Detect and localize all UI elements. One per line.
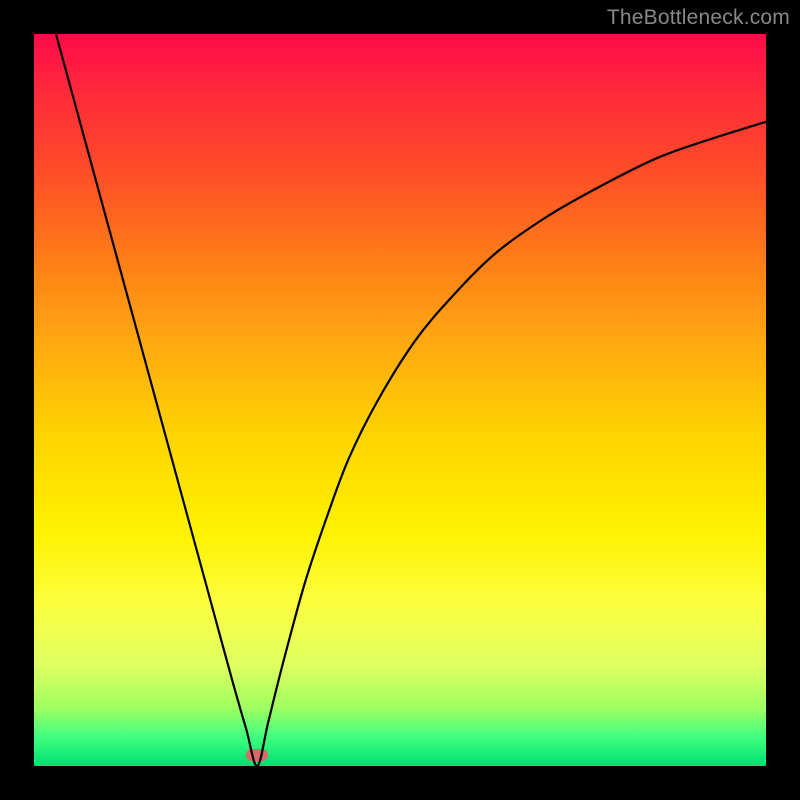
plot-area [34,34,766,766]
chart-frame: TheBottleneck.com [0,0,800,800]
bottleneck-curve [34,34,766,766]
watermark-label: TheBottleneck.com [607,6,790,30]
